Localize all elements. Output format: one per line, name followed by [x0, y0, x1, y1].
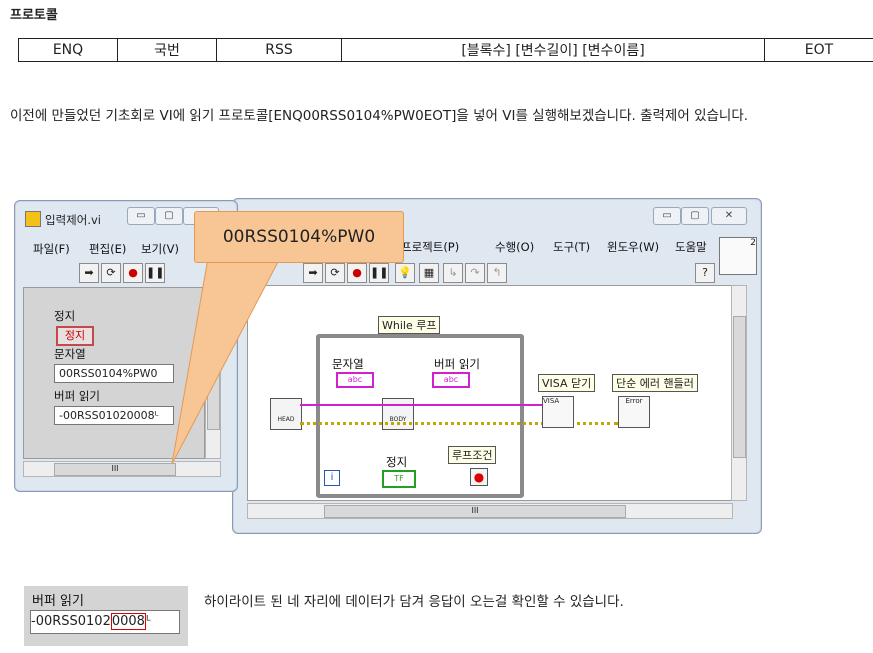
- string-label: 문자열: [54, 347, 86, 361]
- visa-close-label: VISA 닫기: [538, 374, 596, 392]
- table-row: ENQ 국번 RSS [블록수] [변수길이] [변수이름] EOT: [18, 38, 873, 62]
- string-wire: [300, 404, 542, 406]
- highlight-button[interactable]: 💡: [395, 263, 415, 283]
- buffer-read-label: 버퍼 읽기: [434, 357, 480, 371]
- callout-pointer: [171, 257, 280, 465]
- string-control[interactable]: 00RSS0104%PW0: [54, 364, 174, 383]
- buffer-read-label: 버퍼 읽기: [54, 389, 100, 403]
- snippet-label: 버퍼 읽기: [32, 594, 84, 609]
- menu-operate[interactable]: 수행(O): [495, 239, 534, 255]
- table-cell: ENQ: [18, 38, 118, 62]
- visa-close-icon: VISA: [542, 396, 574, 428]
- stop-terminal-label: 정지: [386, 455, 408, 469]
- labview-icon: [25, 211, 41, 227]
- menu-window[interactable]: 윈도우(W): [607, 239, 659, 255]
- block-diagram-canvas: While 루프 문자열 abc 버퍼 읽기 abc HEAD BODY VIS…: [247, 285, 747, 501]
- table-cell: 국번: [117, 38, 217, 62]
- scroll-thumb[interactable]: III: [324, 505, 626, 518]
- protocol-table: ENQ 국번 RSS [블록수] [변수길이] [변수이름] EOT: [18, 38, 873, 62]
- description-paragraph: 이전에 만들었던 기초회로 VI에 읽기 프로토콜[ENQ00RSS0104%P…: [10, 108, 749, 124]
- error-handler-label: 단순 에러 핸들러: [612, 374, 698, 392]
- scroll-thumb[interactable]: [733, 316, 746, 458]
- highlighted-digits: 0008: [110, 613, 146, 630]
- buffer-read-terminal: abc: [432, 372, 470, 388]
- iteration-terminal: i: [324, 470, 340, 486]
- menu-tools[interactable]: 도구(T): [553, 239, 590, 255]
- step-over-button[interactable]: ↷: [465, 263, 485, 283]
- body-subvi: BODY: [382, 398, 414, 430]
- run-arrow-button[interactable]: ➡: [79, 263, 99, 283]
- bottom-description: 하이라이트 된 네 자리에 데이터가 담겨 응답이 오는걸 확인할 수 있습니다…: [204, 594, 624, 610]
- buffer-read-snippet: 버퍼 읽기 -00RSS01020008ᴸ: [24, 586, 188, 646]
- minimize-button[interactable]: ▭: [127, 207, 155, 225]
- string-terminal-label: 문자열: [332, 357, 364, 371]
- run-arrow-button[interactable]: ➡: [303, 263, 323, 283]
- menu-file[interactable]: 파일(F): [33, 241, 70, 257]
- string-terminal: abc: [336, 372, 374, 388]
- window-title: 입력제어.vi: [45, 213, 101, 227]
- error-handler-icon: Error: [618, 396, 650, 428]
- table-cell: RSS: [216, 38, 342, 62]
- scroll-thumb[interactable]: III: [54, 463, 176, 476]
- stop-terminal: TF: [382, 470, 416, 488]
- while-loop-label: While 루프: [378, 316, 441, 334]
- run-continuous-button[interactable]: ⟳: [101, 263, 121, 283]
- vi-icon: 2: [719, 237, 757, 275]
- abort-button[interactable]: ●: [347, 263, 367, 283]
- value-prefix: -00RSS0102: [31, 614, 111, 629]
- value-suffix: ᴸ: [145, 614, 151, 629]
- retain-wire-button[interactable]: ▦: [419, 263, 439, 283]
- step-out-button[interactable]: ↰: [487, 263, 507, 283]
- help-button[interactable]: ?: [695, 263, 715, 283]
- maximize-button[interactable]: ▢: [155, 207, 183, 225]
- menu-edit[interactable]: 편집(E): [89, 241, 126, 257]
- loop-condition-label: 루프조건: [448, 446, 497, 464]
- buffer-read-indicator: -00RSS01020008ᴸ: [54, 406, 174, 425]
- callout-bubble: 00RSS0104%PW0: [194, 211, 404, 263]
- minimize-button[interactable]: ▭: [653, 207, 681, 225]
- stop-button[interactable]: 정지: [56, 326, 94, 346]
- table-cell: [블록수] [변수길이] [변수이름]: [341, 38, 765, 62]
- pause-button[interactable]: ❚❚: [369, 263, 389, 283]
- menu-help[interactable]: 도움말: [675, 239, 707, 255]
- loop-condition-icon: ●: [470, 468, 488, 486]
- section-heading: 프로토콜: [10, 8, 58, 23]
- maximize-button[interactable]: ▢: [681, 207, 709, 225]
- run-continuous-button[interactable]: ⟳: [325, 263, 345, 283]
- abort-button[interactable]: ●: [123, 263, 143, 283]
- close-button[interactable]: ✕: [711, 207, 747, 225]
- diagram-horizontal-scrollbar[interactable]: III: [247, 503, 733, 519]
- stop-label: 정지: [54, 309, 76, 323]
- table-cell: EOT: [764, 38, 873, 62]
- menu-project[interactable]: 프로젝트(P): [401, 239, 459, 255]
- snippet-value: -00RSS01020008ᴸ: [30, 610, 180, 634]
- diagram-vertical-scrollbar[interactable]: [731, 285, 747, 501]
- step-into-button[interactable]: ↳: [443, 263, 463, 283]
